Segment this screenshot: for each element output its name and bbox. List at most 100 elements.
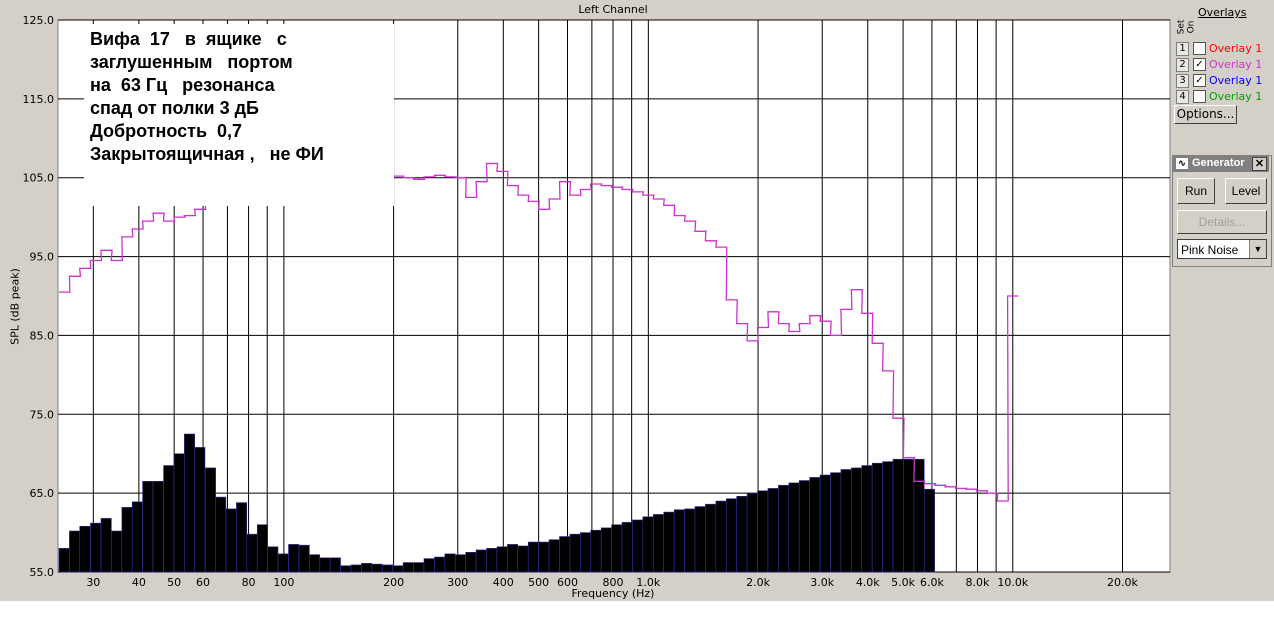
spl-bar [569,533,581,573]
y-tick-label: 125.0 [23,14,55,27]
overlay-row-3: 3 ✓ Overlay 1 [1176,73,1272,88]
noise-type-select[interactable]: Pink Noise ▼ [1177,239,1267,259]
overlay-row-1: 1 Overlay 1 [1176,41,1272,56]
spl-bar [611,524,623,573]
spl-bar [767,488,779,573]
spl-bar [413,562,425,573]
spl-bar [507,544,519,573]
spl-bar [621,522,633,573]
overlays-title: Overlays [1198,6,1247,19]
spl-bar [632,519,644,573]
x-tick-label: 3.0k [810,576,834,589]
spl-bar [392,565,404,573]
spl-bar [475,549,487,573]
spl-bar [673,509,685,573]
generator-panel: ∿ Generator ✕ Run Level Details... Pink … [1172,155,1272,267]
y-tick-label: 95.0 [30,251,55,264]
y-tick-label: 115.0 [23,93,55,106]
x-tick-label: 40 [132,576,146,589]
spl-bar [538,541,550,573]
overlay-checkbox[interactable]: ✓ [1193,74,1206,87]
annotation-line: спад от полки 3 дБ [90,98,259,118]
spl-bar [725,498,737,573]
spl-bar [256,524,268,573]
overlay-checkbox[interactable]: ✓ [1193,58,1206,71]
overlay-row-2: 2 ✓ Overlay 1 [1176,57,1272,72]
spl-bar [402,562,414,573]
annotation-line: Вифа 17 в ящике с [90,29,287,49]
spl-bar [58,548,70,573]
x-tick-label: 400 [493,576,514,589]
spl-bar [778,484,790,573]
spl-bar [788,482,800,573]
spl-bar [340,565,352,573]
spl-bar [288,544,300,573]
y-tick-label: 105.0 [23,172,55,185]
x-tick-label: 6.0k [920,576,944,589]
level-button[interactable]: Level [1225,178,1267,204]
spl-bar [152,481,164,573]
spl-bar [121,507,133,573]
x-tick-label: 10.0k [997,576,1028,589]
spl-bar [225,508,237,573]
spl-bar [329,557,341,573]
x-tick-label: 500 [528,576,549,589]
spl-bar [652,514,664,573]
spl-bar [861,465,873,573]
x-tick-label: 300 [447,576,468,589]
on-column-header: On [1186,20,1197,34]
x-tick-label: 80 [242,576,256,589]
spl-bar [204,467,216,573]
options-button[interactable]: Options... [1174,105,1237,124]
annotation-line: заглушенным портом [90,52,293,72]
spl-bar [496,546,508,573]
spl-bar [830,472,842,573]
spl-bar [663,511,675,573]
chevron-down-icon[interactable]: ▼ [1249,240,1266,258]
set-column-header: Set [1176,19,1187,35]
spl-bar [527,541,539,573]
y-tick-label: 75.0 [30,408,55,421]
spl-bar [350,564,362,573]
spl-bar [444,553,456,573]
overlay-set-button[interactable]: 4 [1176,90,1189,104]
checkmark-icon: ✓ [1195,75,1204,86]
spl-bar [361,563,373,573]
spl-bar [319,557,331,573]
spl-bar [131,501,143,573]
spl-bar [715,500,727,573]
spl-bar [923,488,935,573]
x-tick-label: 8.0k [966,576,990,589]
details-button[interactable]: Details... [1177,210,1267,234]
spl-bar [382,564,393,573]
overlay-name: Overlay 1 [1209,90,1263,103]
overlay-checkbox[interactable] [1193,42,1206,55]
run-button[interactable]: Run [1177,178,1215,204]
spl-bar [590,529,602,573]
spl-bar [194,447,206,573]
overlay-set-button[interactable]: 3 [1176,74,1189,88]
x-tick-label: 100 [273,576,294,589]
spl-bar [246,533,258,573]
spl-bar [580,532,591,573]
spl-bar [434,556,446,573]
spl-bar [913,458,925,573]
spl-bar [642,516,654,573]
overlay-name: Overlay 1 [1209,58,1263,71]
overlay-set-button[interactable]: 1 [1176,42,1189,56]
x-tick-label: 600 [557,576,578,589]
generator-title-bar[interactable]: ∿ Generator ✕ [1173,156,1269,172]
spl-bar [736,495,748,573]
overlay-checkbox[interactable] [1193,90,1206,103]
spl-bar [215,496,227,573]
spl-bar [90,522,102,573]
overlay-set-button[interactable]: 2 [1176,58,1189,72]
spl-bar [705,503,717,573]
close-icon[interactable]: ✕ [1252,157,1267,171]
annotation-line: Закрытоящичная , не ФИ [90,144,324,164]
spl-bar [267,546,279,573]
spl-bar [298,544,310,573]
spl-bar [142,481,154,573]
noise-type-value: Pink Noise [1181,243,1239,257]
spl-bar [882,461,894,573]
